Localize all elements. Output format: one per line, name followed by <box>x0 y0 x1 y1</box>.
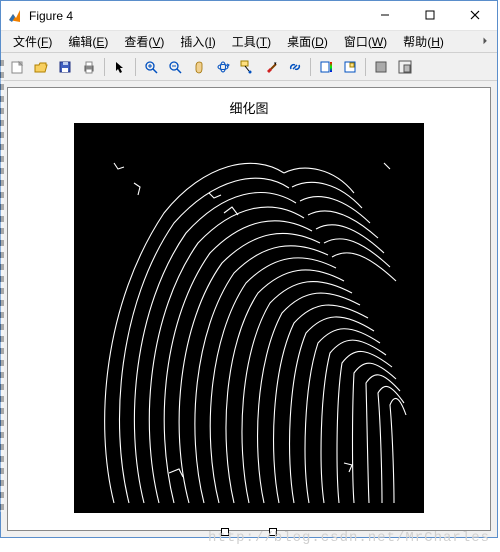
menu-desktop[interactable]: 桌面(D) <box>279 31 336 52</box>
dock-button[interactable] <box>394 56 416 78</box>
plot-title: 细化图 <box>229 98 268 117</box>
menu-insert[interactable]: 插入(I) <box>172 31 223 52</box>
maximize-button[interactable] <box>407 1 452 29</box>
hide-tools-button[interactable] <box>370 56 392 78</box>
close-button[interactable] <box>452 1 497 29</box>
window-title: Figure 4 <box>29 9 73 23</box>
adjacent-window-strip <box>0 60 4 512</box>
menu-edit[interactable]: 编辑(E) <box>60 31 116 52</box>
new-figure-button[interactable] <box>6 56 28 78</box>
colorbar-button[interactable] <box>315 56 337 78</box>
figure-panel: 细化图 <box>7 87 491 531</box>
link-button[interactable] <box>284 56 306 78</box>
pan-button[interactable] <box>188 56 210 78</box>
brush-button[interactable]: ▾ <box>260 56 282 78</box>
resize-handle[interactable] <box>269 528 277 536</box>
zoom-out-button[interactable] <box>164 56 186 78</box>
plot-image <box>74 123 424 513</box>
toolbar: ▾ <box>1 53 497 81</box>
open-button[interactable] <box>30 56 52 78</box>
zoom-in-button[interactable] <box>140 56 162 78</box>
menu-window[interactable]: 窗口(W) <box>336 31 395 52</box>
print-button[interactable] <box>78 56 100 78</box>
resize-handle[interactable] <box>221 528 229 536</box>
menu-help[interactable]: 帮助(H) <box>395 31 452 52</box>
legend-button[interactable] <box>339 56 361 78</box>
rotate-button[interactable] <box>212 56 234 78</box>
titlebar: Figure 4 <box>1 1 497 31</box>
menu-tools[interactable]: 工具(T) <box>224 31 279 52</box>
menu-view[interactable]: 查看(V) <box>116 31 172 52</box>
client-area: 细化图 <box>1 81 497 537</box>
menu-overflow-icon[interactable]: 🞂 <box>477 36 493 47</box>
matlab-icon <box>7 8 23 24</box>
svg-text:▾: ▾ <box>274 61 277 67</box>
save-button[interactable] <box>54 56 76 78</box>
menubar: 文件(F) 编辑(E) 查看(V) 插入(I) 工具(T) 桌面(D) 窗口(W… <box>1 31 497 53</box>
menu-file[interactable]: 文件(F) <box>5 31 60 52</box>
data-cursor-button[interactable] <box>236 56 258 78</box>
minimize-button[interactable] <box>362 1 407 29</box>
pointer-button[interactable] <box>109 56 131 78</box>
